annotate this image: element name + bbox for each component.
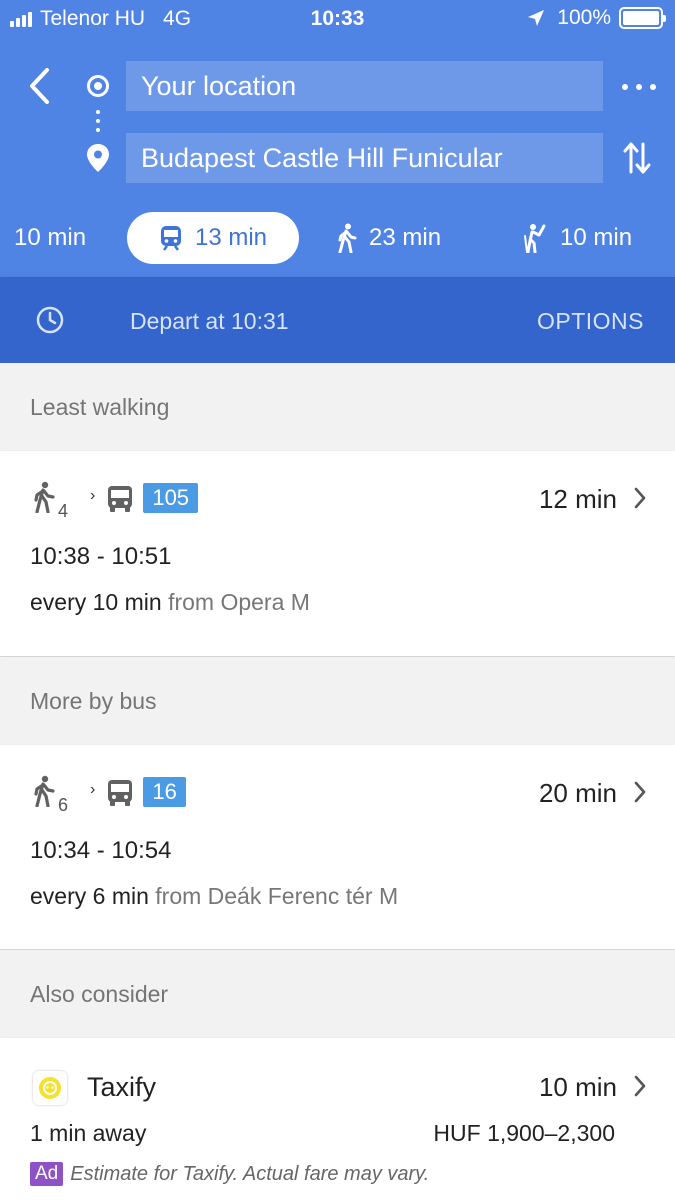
origin-input[interactable]: Your location — [126, 61, 603, 111]
chevron-right-icon — [633, 487, 647, 514]
travel-mode-tabs: 10 min 13 min 23 min 10 min — [0, 212, 675, 264]
tab-drive[interactable]: 10 min — [14, 212, 86, 264]
depart-time-button[interactable]: Depart at 10:31 — [130, 308, 289, 335]
route-card[interactable]: 4 › 105 12 min 10:38 - 10:51 every 10 mi… — [0, 451, 675, 656]
route-dots-icon — [96, 110, 100, 137]
ad-badge: Ad — [30, 1162, 64, 1186]
taxi-provider-name: Taxify — [87, 1072, 157, 1102]
walk-icon — [34, 775, 55, 808]
back-button[interactable] — [20, 64, 60, 108]
route-times: 10:34 - 10:54 — [30, 837, 172, 864]
route-frequency: every 6 min — [30, 883, 149, 909]
route-from-stop: from Deák Ferenc tér M — [155, 883, 399, 909]
chevron-right-icon: › — [90, 781, 96, 798]
ride-hailing-icon — [524, 224, 546, 253]
transit-icon — [160, 226, 181, 251]
chevron-right-icon — [633, 781, 647, 808]
route-steps: 4 › 105 — [32, 481, 199, 521]
section-header-also-consider: Also consider — [0, 950, 675, 1038]
tab-ride-hailing[interactable]: 10 min — [522, 212, 632, 264]
chevron-right-icon: › — [90, 487, 96, 504]
chevron-right-icon — [633, 1075, 647, 1102]
directions-header: Telenor HU 4G 10:33 100% Your location B… — [0, 0, 675, 277]
mode-label: 13 min — [194, 224, 268, 251]
section-header-least-walking: Least walking — [0, 363, 675, 451]
destination-input[interactable]: Budapest Castle Hill Funicular — [126, 133, 603, 183]
more-dot-icon — [650, 84, 656, 90]
clock-icon — [36, 306, 64, 340]
route-steps: 6 › 16 — [32, 775, 186, 815]
bus-line-badge: 16 — [143, 777, 186, 807]
battery-fill — [623, 11, 659, 25]
tab-transit[interactable]: 13 min — [127, 212, 299, 264]
chevron-left-icon — [30, 68, 49, 104]
walk-step: 6 — [32, 775, 68, 815]
options-button[interactable]: OPTIONS — [537, 308, 644, 335]
destination-pin-icon — [86, 143, 110, 178]
more-dot-icon — [622, 84, 628, 90]
route-frequency-row: every 10 min from Opera M — [30, 589, 310, 616]
origin-dot-icon — [87, 75, 109, 97]
mode-label: 10 min — [560, 224, 633, 251]
route-frequency: every 10 min — [30, 589, 162, 615]
walk-minutes: 6 — [58, 795, 69, 815]
more-dot-icon — [636, 84, 642, 90]
ad-row: Ad Estimate for Taxify. Actual fare may … — [30, 1162, 429, 1186]
bus-icon — [107, 485, 133, 518]
route-card[interactable]: 6 › 16 20 min 10:34 - 10:54 every 6 min … — [0, 745, 675, 949]
section-header-more-by-bus: More by bus — [0, 657, 675, 745]
more-options-button[interactable] — [622, 75, 656, 99]
walk-icon — [338, 223, 357, 253]
route-duration: 20 min — [538, 778, 617, 808]
taxi-duration: 10 min — [538, 1072, 617, 1102]
bus-line-badge: 105 — [143, 483, 199, 513]
route-from-stop: from Opera M — [168, 589, 310, 615]
walk-step: 4 — [32, 481, 68, 521]
route-duration: 12 min — [538, 484, 617, 514]
tab-walk[interactable]: 23 min — [337, 212, 441, 264]
bus-icon — [107, 779, 133, 812]
route-times: 10:38 - 10:51 — [30, 543, 172, 570]
walk-minutes: 4 — [58, 501, 69, 521]
swap-icon — [623, 142, 651, 174]
battery-icon — [619, 7, 666, 29]
mode-label: 10 min — [14, 224, 87, 251]
walk-icon — [34, 481, 55, 514]
mode-label: 23 min — [369, 224, 442, 251]
status-right: 100% — [527, 6, 666, 30]
route-frequency-row: every 6 min from Deák Ferenc tér M — [30, 883, 398, 910]
location-arrow-icon — [528, 10, 545, 26]
swap-direction-button[interactable] — [622, 140, 652, 181]
taxi-card[interactable]: Taxify 10 min 1 min away HUF 1,900–2,300… — [0, 1038, 675, 1200]
status-bar: Telenor HU 4G 10:33 100% — [0, 0, 675, 38]
taxi-eta: 1 min away — [30, 1120, 147, 1146]
ad-disclaimer: Estimate for Taxify. Actual fare may var… — [70, 1162, 430, 1185]
taxi-fare: HUF 1,900–2,300 — [433, 1120, 615, 1146]
battery-percent: 100% — [557, 6, 611, 29]
depart-bar: Depart at 10:31 OPTIONS — [0, 277, 675, 363]
taxify-logo-icon — [33, 1071, 67, 1105]
